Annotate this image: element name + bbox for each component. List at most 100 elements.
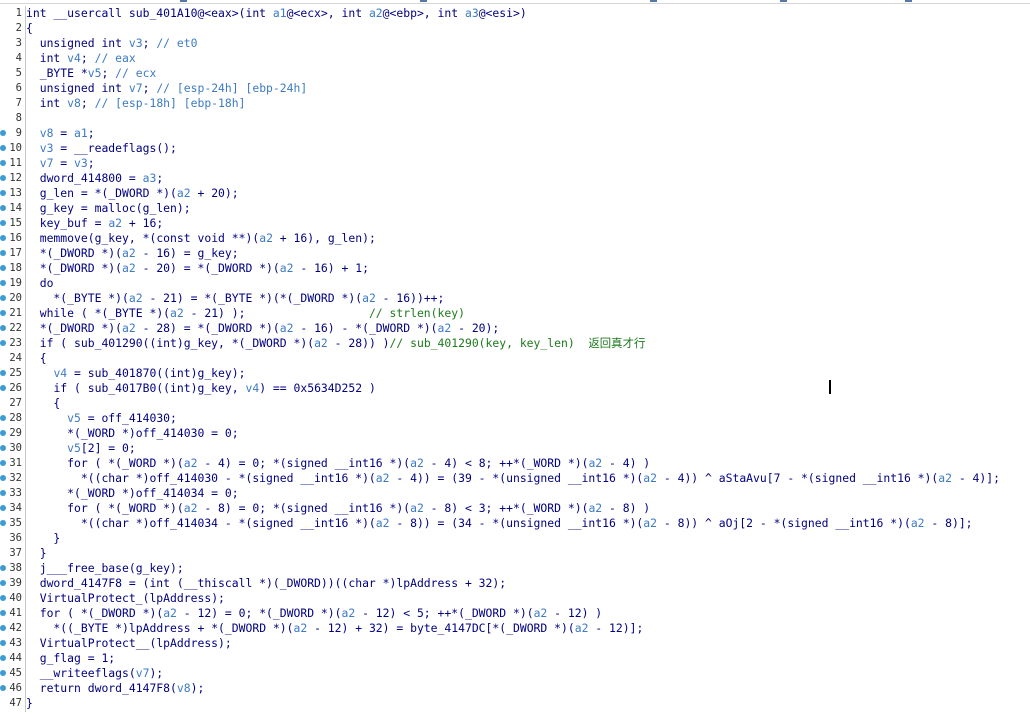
code-token[interactable]: _DWORD: [53, 261, 94, 275]
code-text[interactable]: unsigned int v3; // et0: [26, 36, 198, 51]
code-token[interactable]: }: [26, 531, 60, 545]
code-line[interactable]: 38 j___free_base(g_key);: [0, 561, 1030, 576]
code-text[interactable]: *(_WORD *)off_414034 = 0;: [26, 486, 238, 501]
code-line[interactable]: 4 int v4; // eax: [0, 51, 1030, 66]
code-token[interactable]: *)(: [252, 261, 280, 275]
code-token[interactable]: (: [170, 576, 184, 590]
code-token[interactable]: - 4) = 0; *(: [197, 456, 286, 470]
line-gutter[interactable]: 5: [0, 66, 24, 81]
local-variable[interactable]: a2: [280, 321, 294, 335]
code-token[interactable]: [26, 411, 67, 425]
code-token[interactable]: *)(: [143, 306, 170, 320]
code-line[interactable]: 46 return dword_4147F8(v8);: [0, 681, 1030, 696]
code-token[interactable]: - 8)) = (34 - *(: [390, 516, 506, 530]
code-token[interactable]: int: [26, 6, 47, 20]
code-token[interactable]: sub_4017B0: [88, 381, 157, 395]
code-token[interactable]: __int16: [335, 501, 383, 515]
code-token[interactable]: dword_4147F8: [88, 681, 170, 695]
code-token[interactable]: );: [211, 591, 225, 605]
code-token[interactable]: int: [40, 96, 61, 110]
code-token[interactable]: _WORD: [122, 456, 156, 470]
code-token[interactable]: *)(: [883, 516, 911, 530]
code-text[interactable]: _BYTE *v5; // ecx: [26, 66, 157, 81]
code-token[interactable]: aStaAvu: [719, 471, 767, 485]
local-variable[interactable]: v5: [67, 441, 81, 455]
code-token[interactable]: =: [67, 366, 88, 380]
code-line[interactable]: 10 v3 = __readeflags();: [0, 141, 1030, 156]
code-token[interactable]: lpAddress: [149, 591, 211, 605]
code-text[interactable]: *(_BYTE *)(a2 - 21) = *(_BYTE *)(*(_DWOR…: [26, 291, 444, 306]
local-variable[interactable]: v7: [40, 156, 54, 170]
code-token[interactable]: __usercall: [53, 6, 122, 20]
code-line[interactable]: 30 v5[2] = 0;: [0, 441, 1030, 456]
code-token[interactable]: (: [129, 666, 136, 680]
code-token[interactable]: ((: [143, 336, 157, 350]
code-token[interactable]: *)(: [383, 501, 411, 515]
code-token[interactable]: *): [115, 486, 136, 500]
code-token[interactable]: *(: [26, 321, 54, 335]
code-token[interactable]: for: [40, 606, 61, 620]
code-token[interactable]: *(: [26, 291, 67, 305]
code-token[interactable]: ();: [156, 141, 177, 155]
local-variable[interactable]: a2: [129, 291, 143, 305]
line-gutter[interactable]: 44: [0, 651, 24, 666]
local-variable[interactable]: a2: [410, 456, 424, 470]
local-variable[interactable]: a2: [369, 6, 383, 20]
code-token[interactable]: __int16: [568, 516, 616, 530]
code-token[interactable]: - 12) ): [547, 606, 602, 620]
code-token[interactable]: [26, 156, 40, 170]
code-token[interactable]: VirtualProtect_: [40, 591, 143, 605]
code-token[interactable]: g_key: [40, 201, 74, 215]
code-token[interactable]: byte_4147DC: [410, 621, 485, 635]
code-token[interactable]: signed: [287, 456, 328, 470]
code-token[interactable]: __int16: [300, 471, 348, 485]
local-variable[interactable]: a2: [294, 621, 308, 635]
code-token[interactable]: ;: [232, 246, 239, 260]
code-token[interactable]: char: [348, 576, 375, 590]
local-variable[interactable]: a1: [74, 126, 88, 140]
code-token[interactable]: _DWORD: [369, 321, 410, 335]
code-line[interactable]: 7 int v8; // [esp-18h] [ebp-18h]: [0, 96, 1030, 111]
code-token[interactable]: ): [362, 381, 376, 395]
code-token[interactable]: g_len: [40, 186, 74, 200]
code-token[interactable]: if: [40, 336, 54, 350]
code-token[interactable]: _BYTE: [67, 291, 101, 305]
code-token[interactable]: }: [26, 696, 33, 710]
code-text[interactable]: VirtualProtect_(lpAddress);: [26, 591, 225, 606]
code-token[interactable]: ;: [88, 156, 95, 170]
local-variable[interactable]: a2: [184, 501, 198, 515]
code-token[interactable]: ;: [156, 171, 163, 185]
local-variable[interactable]: a2: [376, 516, 390, 530]
code-token[interactable]: while: [40, 306, 74, 320]
code-token[interactable]: ( *(: [88, 456, 122, 470]
local-variable[interactable]: v5: [67, 411, 81, 425]
code-text[interactable]: memmove(g_key, *(const void **)(a2 + 16)…: [26, 231, 376, 246]
line-gutter[interactable]: 36: [0, 531, 24, 546]
code-token[interactable]: =: [53, 141, 74, 155]
code-token[interactable]: [26, 606, 40, 620]
local-variable[interactable]: a2: [170, 306, 184, 320]
code-token[interactable]: _DWORD: [95, 606, 136, 620]
code-text[interactable]: {: [26, 351, 47, 366]
code-token[interactable]: g_key: [184, 336, 218, 350]
local-variable[interactable]: a2: [575, 621, 589, 635]
code-line[interactable]: 25 v4 = sub_401870((int)g_key);: [0, 366, 1030, 381]
line-gutter[interactable]: 21: [0, 306, 24, 321]
code-token[interactable]: =: [53, 156, 74, 170]
code-token[interactable]: {: [26, 396, 60, 410]
code-token[interactable]: *)(: [95, 246, 122, 260]
code-token[interactable]: _WORD: [81, 486, 115, 500]
code-token[interactable]: ): [177, 336, 184, 350]
line-gutter[interactable]: 14: [0, 201, 24, 216]
code-token[interactable]: char: [101, 516, 128, 530]
local-variable[interactable]: a2: [108, 216, 122, 230]
code-token[interactable]: *)(*(: [252, 291, 293, 305]
code-token[interactable]: dword_4147F8: [40, 576, 122, 590]
code-token[interactable]: = 1;: [81, 651, 115, 665]
code-token[interactable]: *(: [26, 486, 81, 500]
code-token[interactable]: - 20);: [451, 321, 499, 335]
code-token[interactable]: ;: [88, 126, 95, 140]
local-variable[interactable]: v3: [74, 156, 88, 170]
local-variable[interactable]: a2: [410, 501, 424, 515]
code-token[interactable]: if: [53, 381, 67, 395]
